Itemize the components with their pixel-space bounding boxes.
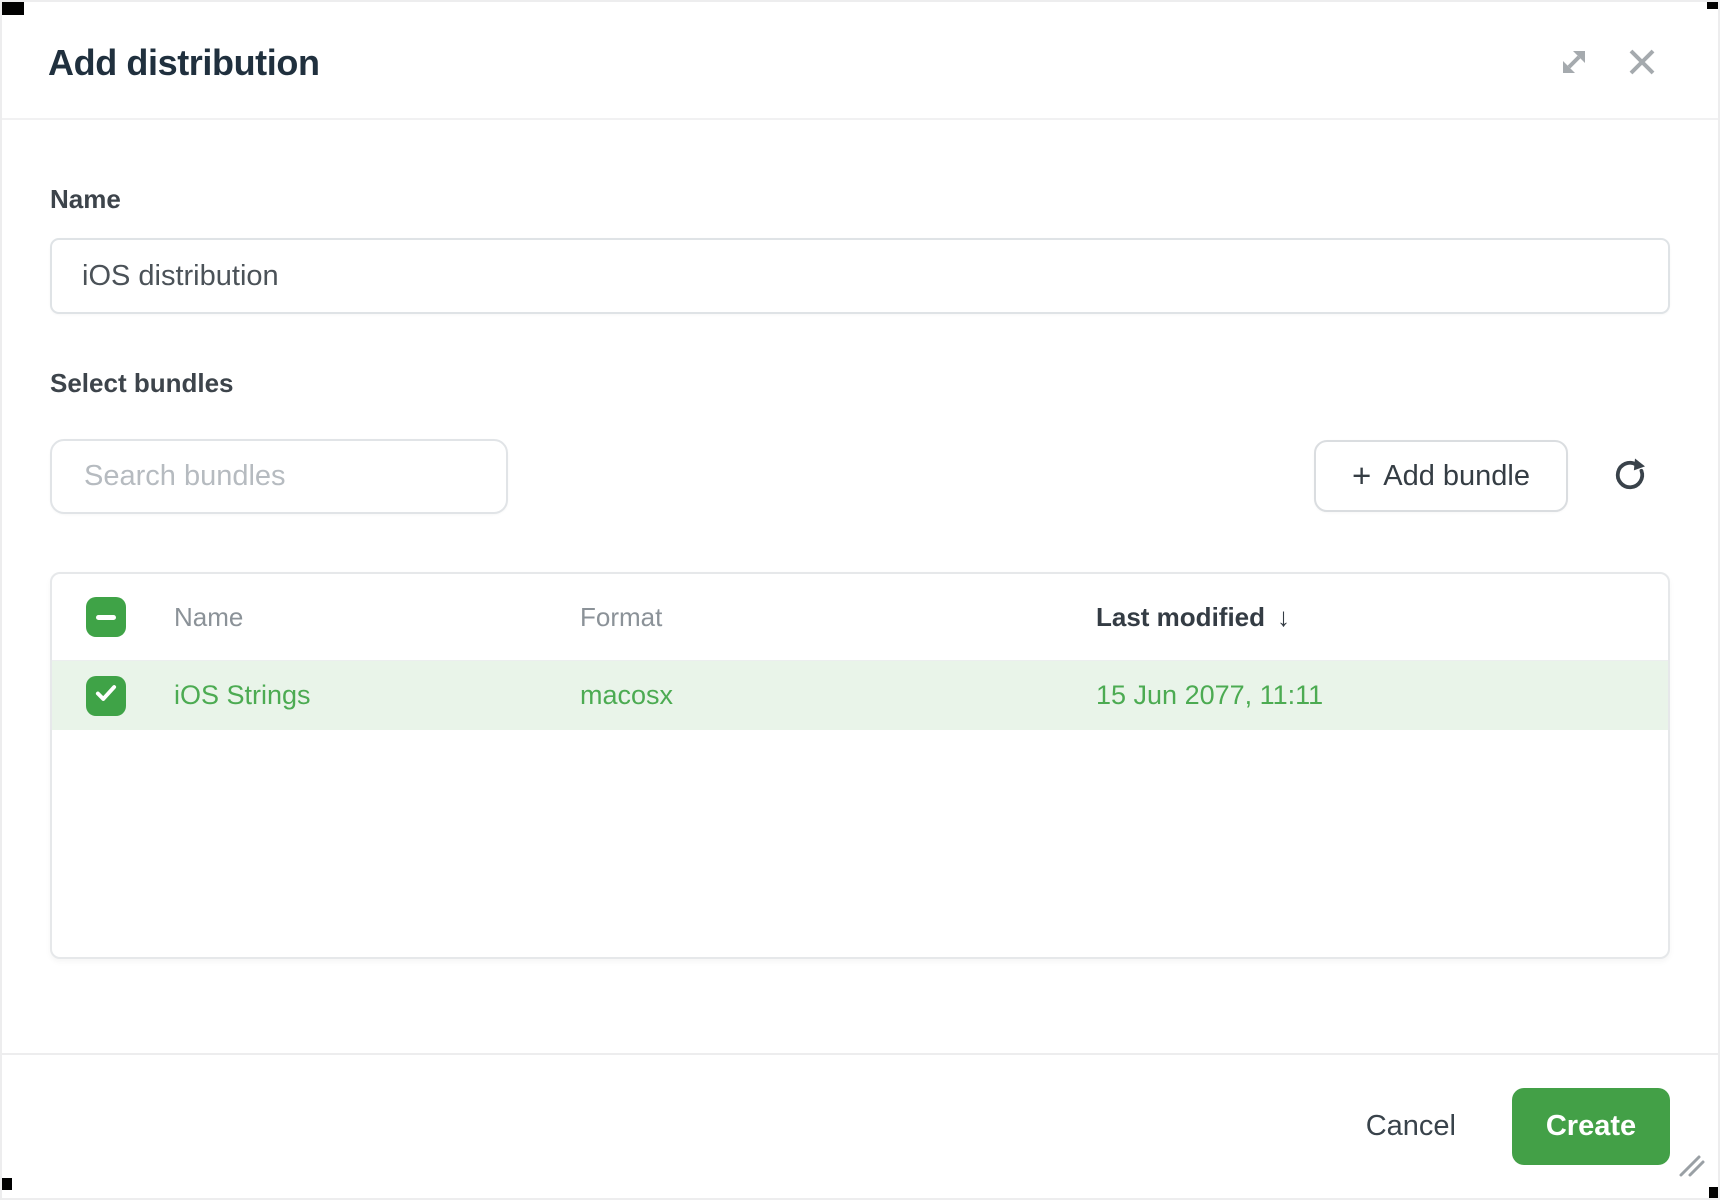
select-bundles-label: Select bundles (50, 368, 1670, 398)
corner-artifact-bottom-right (1709, 1187, 1718, 1198)
select-all-checkbox[interactable] (86, 597, 126, 637)
sort-desc-icon: ↓ (1277, 602, 1290, 633)
bundle-last-modified-cell: 15 Jun 2077, 11:11 (1096, 680, 1668, 711)
corner-artifact-top-left (2, 2, 24, 15)
bundle-name-cell: iOS Strings (174, 680, 580, 711)
corner-artifact-bottom-left (2, 1178, 12, 1190)
modal-body: Name Select bundles + Add bundle (2, 122, 1718, 959)
close-icon (1624, 44, 1660, 83)
plus-icon: + (1352, 459, 1371, 492)
modal-title: Add distribution (48, 42, 1552, 84)
modal-footer: Cancel Create (2, 1053, 1718, 1198)
name-label: Name (50, 184, 1670, 214)
corner-artifact-top-right (1707, 2, 1718, 9)
indeterminate-icon (96, 615, 116, 620)
column-header-last-modified-label: Last modified (1096, 602, 1265, 633)
add-distribution-modal: Add distribution Name Select bundles (0, 0, 1720, 1200)
modal-header: Add distribution (2, 2, 1718, 120)
refresh-button[interactable] (1606, 452, 1654, 500)
refresh-icon (1610, 455, 1650, 498)
create-button[interactable]: Create (1512, 1088, 1670, 1165)
bundles-table: Name Format Last modified ↓ iOS Strings … (50, 572, 1670, 959)
expand-icon (1554, 42, 1594, 85)
checkmark-icon (93, 680, 119, 711)
table-header-row: Name Format Last modified ↓ (52, 574, 1668, 661)
add-bundle-button[interactable]: + Add bundle (1314, 440, 1568, 512)
bundle-format-cell: macosx (580, 680, 1096, 711)
resize-handle[interactable] (1678, 1154, 1706, 1183)
expand-button[interactable] (1552, 41, 1596, 85)
distribution-name-input[interactable] (50, 238, 1670, 314)
column-header-name[interactable]: Name (174, 602, 580, 633)
row-checkbox[interactable] (86, 676, 126, 716)
cancel-button[interactable]: Cancel (1346, 1100, 1476, 1153)
column-header-format[interactable]: Format (580, 602, 1096, 633)
add-bundle-label: Add bundle (1383, 460, 1530, 493)
close-button[interactable] (1620, 41, 1664, 85)
column-header-last-modified[interactable]: Last modified ↓ (1096, 602, 1668, 633)
bundle-controls-row: + Add bundle (50, 438, 1670, 514)
table-row[interactable]: iOS Strings macosx 15 Jun 2077, 11:11 (52, 661, 1668, 730)
search-bundles-input[interactable] (50, 439, 508, 514)
